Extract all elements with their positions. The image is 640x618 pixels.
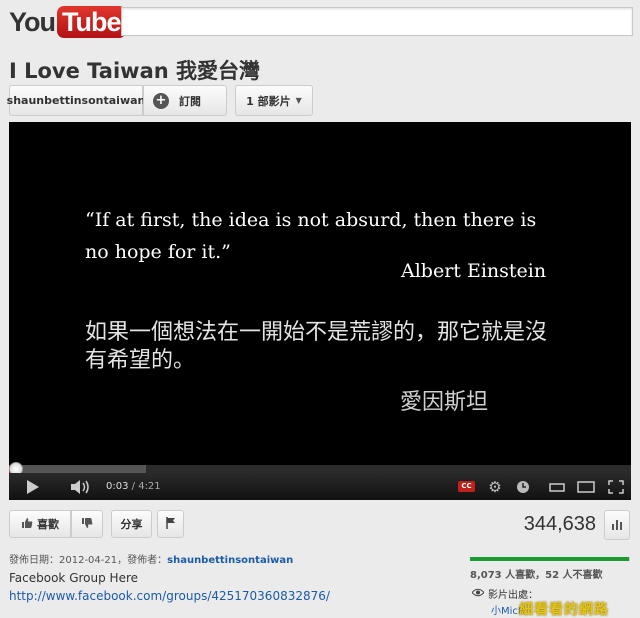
subscribe-button[interactable]: + 訂閱: [143, 85, 227, 116]
duration: / 4:21: [131, 481, 161, 492]
quote-english: “If at first, the idea is not absurd, th…: [85, 209, 537, 263]
thumbs-down-icon: [81, 517, 93, 532]
description-text: Facebook Group Here: [9, 571, 139, 585]
progress-bar[interactable]: [9, 462, 631, 476]
chevron-down-icon: ▼: [295, 96, 302, 105]
video-player[interactable]: “If at first, the idea is not absurd, th…: [9, 122, 631, 500]
time-display: 0:03 / 4:21: [106, 481, 161, 492]
like-label: 喜歡: [37, 518, 59, 531]
share-label: 分享: [120, 518, 143, 531]
flag-button[interactable]: [157, 510, 184, 538]
progress-buffered: [9, 465, 146, 473]
thumbs-up-icon: [21, 517, 33, 532]
youtube-logo[interactable]: You Tube: [9, 6, 126, 38]
gear-icon[interactable]: ⚙: [486, 473, 504, 500]
uploader-link[interactable]: shaunbettinsontaiwan: [167, 555, 293, 566]
flag-icon: [165, 516, 176, 532]
fullscreen-icon[interactable]: [605, 473, 627, 500]
publish-info: 發佈日期：2012-04-21，發佈者：shaunbettinsontaiwan: [9, 551, 293, 566]
eye-icon: [471, 588, 485, 600]
rating-bar: [470, 557, 630, 561]
channel-name: shaunbettinsontaiwan: [6, 94, 146, 107]
subscribe-label: 訂閱: [179, 94, 201, 108]
search-input[interactable]: [121, 7, 633, 36]
channel-button[interactable]: shaunbettinsontaiwan: [6, 85, 146, 116]
dislike-button[interactable]: [71, 510, 103, 538]
player-controls: 0:03 / 4:21 CC ⚙: [9, 473, 631, 500]
cc-icon[interactable]: CC: [458, 481, 475, 492]
rating-summary: 8,073 人喜歡，52 人不喜歡: [470, 570, 603, 581]
masthead: You Tube: [0, 0, 640, 46]
watermark-text: 細看看的網路: [519, 602, 609, 618]
rating-bar-likes: [470, 557, 630, 561]
volume-icon[interactable]: [69, 473, 95, 500]
description-link[interactable]: http://www.facebook.com/groups/425170360…: [9, 589, 330, 603]
quote-author-chinese: 愛因斯坦: [400, 390, 489, 415]
clock-icon[interactable]: [514, 473, 532, 500]
quote-author-english: Albert Einstein: [401, 260, 547, 282]
small-player-icon[interactable]: [546, 473, 568, 500]
video-title: I Love Taiwan 我愛台灣: [9, 59, 260, 83]
bar-chart-icon: [611, 518, 623, 533]
logo-tube-text: Tube: [57, 6, 126, 38]
quote-chinese: 如果一個想法在一開始不是荒謬的，那它就是沒有希望的。: [85, 320, 548, 373]
share-button[interactable]: 分享: [111, 510, 152, 538]
large-player-icon[interactable]: [575, 473, 597, 500]
stats-button[interactable]: [604, 510, 630, 540]
plus-icon: +: [153, 92, 169, 109]
like-button[interactable]: 喜歡: [9, 510, 71, 538]
publish-date: 發佈日期：2012-04-21，發佈者：: [9, 555, 168, 566]
play-icon[interactable]: [23, 473, 43, 500]
videos-label: 1 部影片: [246, 94, 291, 108]
view-count: 344,638: [523, 513, 596, 535]
channel-videos-button[interactable]: 1 部影片 ▼: [235, 85, 313, 116]
current-time: 0:03: [106, 481, 129, 492]
logo-you-text: You: [9, 6, 56, 37]
